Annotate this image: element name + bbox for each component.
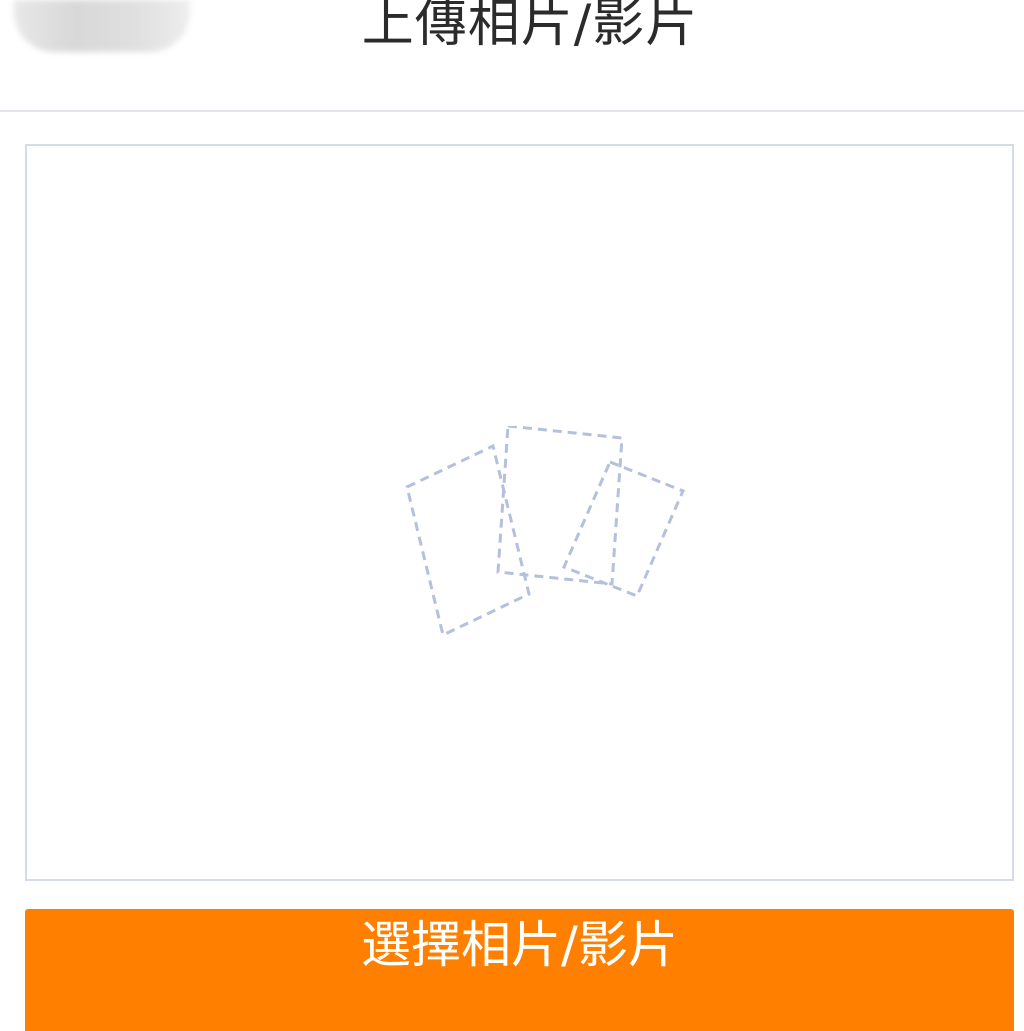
media-preview-area[interactable] bbox=[25, 144, 1014, 881]
top-bar: 上傳相片/影片 bbox=[0, 0, 1024, 112]
camera-with-photos-icon bbox=[405, 426, 685, 636]
page-title: 上傳相片/影片 bbox=[361, 0, 699, 54]
upload-page: 上傳相片/影片 選擇相片/影片 bbox=[0, 0, 1024, 1031]
select-media-button-label: 選擇相片/影片 bbox=[361, 916, 678, 974]
select-media-button[interactable]: 選擇相片/影片 bbox=[25, 909, 1014, 1031]
